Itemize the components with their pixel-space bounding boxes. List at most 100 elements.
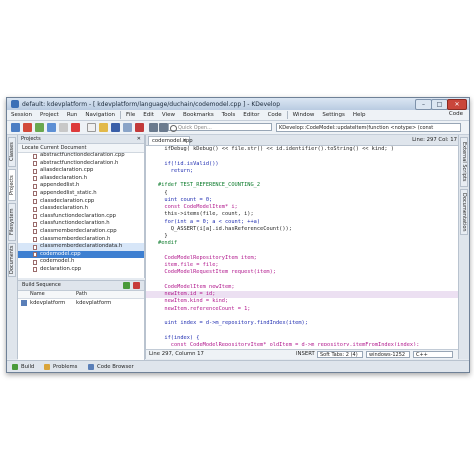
tab-external-scripts[interactable]: External Scripts xyxy=(460,137,468,187)
code-browser-icon xyxy=(88,364,94,370)
tab-build[interactable]: Build xyxy=(11,363,34,371)
search-icon xyxy=(170,125,177,132)
file-item[interactable]: classdeclaration.h xyxy=(18,205,144,213)
file-item[interactable]: codemodel.h xyxy=(18,258,144,266)
menu-editor[interactable]: Editor xyxy=(239,112,263,118)
build-sequence-columns: Name Path xyxy=(18,291,144,299)
file-name: classdeclaration.h xyxy=(40,205,89,212)
file-item[interactable]: classmemberdeclaration.cpp xyxy=(18,228,144,236)
menu-tools[interactable]: Tools xyxy=(218,112,240,118)
file-name: classdeclaration.cpp xyxy=(40,197,95,204)
language-select[interactable]: C++ xyxy=(413,351,453,358)
tab-code-browser[interactable]: Code Browser xyxy=(87,363,134,371)
new-file-icon[interactable] xyxy=(87,123,96,132)
column-name[interactable]: Name xyxy=(30,291,45,298)
file-item[interactable]: appendedlist.h xyxy=(18,182,144,190)
add-icon[interactable] xyxy=(123,282,130,289)
file-item[interactable]: classfunctiondeclaration.h xyxy=(18,220,144,228)
remove-icon[interactable] xyxy=(133,282,140,289)
code-line: this->items(file, count, i); xyxy=(158,211,254,218)
menu-edit[interactable]: Edit xyxy=(139,112,158,118)
code-line: newItem.referenceCount = 1; xyxy=(158,305,251,312)
menu-window[interactable]: Window xyxy=(289,112,319,118)
debug-icon[interactable] xyxy=(23,123,32,132)
next-icon[interactable] xyxy=(159,123,168,132)
file-item-selected[interactable]: codemodel.cpp xyxy=(18,250,144,259)
file-name: classmemberdeclarationdata.h xyxy=(40,243,123,250)
file-item[interactable]: classmemberdeclarationdata.h xyxy=(18,243,144,251)
menu-navigation[interactable]: Navigation xyxy=(81,112,119,118)
install-icon[interactable] xyxy=(47,123,56,132)
code-area-switch[interactable]: Code xyxy=(445,111,467,117)
menu-session[interactable]: Session xyxy=(7,112,36,118)
file-item[interactable]: declaration.cpp xyxy=(18,266,144,274)
insert-mode[interactable]: INSERT xyxy=(296,350,315,359)
menu-settings[interactable]: Settings xyxy=(318,112,349,118)
file-name: classfunctiondeclaration.cpp xyxy=(40,212,116,219)
clean-icon[interactable] xyxy=(59,123,68,132)
quick-open-input[interactable]: Quick Open... xyxy=(168,123,272,132)
code-line: if(index) { xyxy=(158,334,200,341)
problems-icon xyxy=(44,364,50,370)
code-line: ifDebug( kDebug() << file.str() << id.id… xyxy=(158,146,394,152)
menu-code[interactable]: Code xyxy=(264,112,286,118)
tab-documentation[interactable]: Documentation xyxy=(460,189,468,235)
tab-documents[interactable]: Documents xyxy=(8,243,16,277)
build-sequence-row[interactable]: kdevplatform kdevplatform xyxy=(18,299,144,307)
close-window-button[interactable]: ✕ xyxy=(447,99,467,110)
file-icon xyxy=(33,244,37,250)
maximize-button[interactable]: □ xyxy=(431,99,448,110)
file-item[interactable]: classfunctiondeclaration.cpp xyxy=(18,213,144,221)
window-title: default: kdevplatform - [ kdevplatform/l… xyxy=(22,100,281,108)
menu-bookmarks[interactable]: Bookmarks xyxy=(179,112,218,118)
build-tab-label: Build xyxy=(21,364,35,370)
minimize-button[interactable]: – xyxy=(415,99,432,110)
close-file-icon[interactable] xyxy=(135,123,144,132)
code-editor[interactable]: ifDebug( kDebug() << file.str() << id.id… xyxy=(146,146,459,346)
save-all-icon[interactable] xyxy=(123,123,132,132)
title-bar: default: kdevplatform - [ kdevplatform/l… xyxy=(7,98,469,110)
file-item[interactable]: abstractfunctiondeclaration.h xyxy=(18,160,144,168)
file-name: appendedlist.h xyxy=(40,182,80,189)
context-breadcrumb[interactable]: KDevelop::CodeModel::updateItem(function… xyxy=(276,123,461,132)
menu-run[interactable]: Run xyxy=(63,112,82,118)
save-icon[interactable] xyxy=(111,123,120,132)
close-panel-icon[interactable]: ✕ xyxy=(137,135,141,143)
file-item[interactable]: aliasdeclaration.h xyxy=(18,175,144,183)
menu-separator xyxy=(286,111,288,119)
tab-projects[interactable]: Projects xyxy=(8,169,16,201)
tab-filesystem[interactable]: Filesystem xyxy=(8,203,16,241)
tab-codemodel-cpp[interactable]: codemodel.cpp ✕ xyxy=(148,136,193,146)
menu-view[interactable]: View xyxy=(158,112,179,118)
file-item[interactable]: aliasdeclaration.cpp xyxy=(18,167,144,175)
code-line: newItem.kind = kind; xyxy=(158,298,229,305)
previous-icon[interactable] xyxy=(149,123,158,132)
execute-icon[interactable] xyxy=(11,123,20,132)
menu-help[interactable]: Help xyxy=(349,112,370,118)
build-icon[interactable] xyxy=(35,123,44,132)
file-name: codemodel.cpp xyxy=(40,250,81,257)
close-tab-icon[interactable]: ✕ xyxy=(183,137,187,146)
menu-file[interactable]: File xyxy=(122,112,139,118)
menu-project[interactable]: Project xyxy=(36,112,63,118)
line-column-indicator: Line: 297 Col: 17 xyxy=(412,137,457,143)
stop-icon[interactable] xyxy=(71,123,80,132)
open-file-icon[interactable] xyxy=(99,123,108,132)
soft-tabs-select[interactable]: Soft Tabs: 2 (4) xyxy=(317,351,363,358)
file-item[interactable]: abstractfunctiondeclaration.cpp xyxy=(18,152,144,160)
column-path[interactable]: Path xyxy=(76,291,87,298)
build-sequence-title: Build Sequence xyxy=(22,282,61,288)
tab-classes[interactable]: Classes xyxy=(8,137,16,167)
tab-problems[interactable]: Problems xyxy=(43,363,77,371)
file-item[interactable]: appendedlist_static.h xyxy=(18,190,144,198)
build-sequence-header: Build Sequence xyxy=(18,281,144,291)
encoding-select[interactable]: windows-1252 xyxy=(366,351,410,358)
file-item[interactable]: classdeclaration.cpp xyxy=(18,198,144,206)
build-sequence-panel: Build Sequence Name Path kdevplatform kd… xyxy=(18,280,145,360)
code-line: for(int a = 0; a < count; ++a) xyxy=(158,218,261,225)
code-line: return; xyxy=(158,167,194,174)
file-item[interactable]: classmemberdeclaration.h xyxy=(18,236,144,244)
